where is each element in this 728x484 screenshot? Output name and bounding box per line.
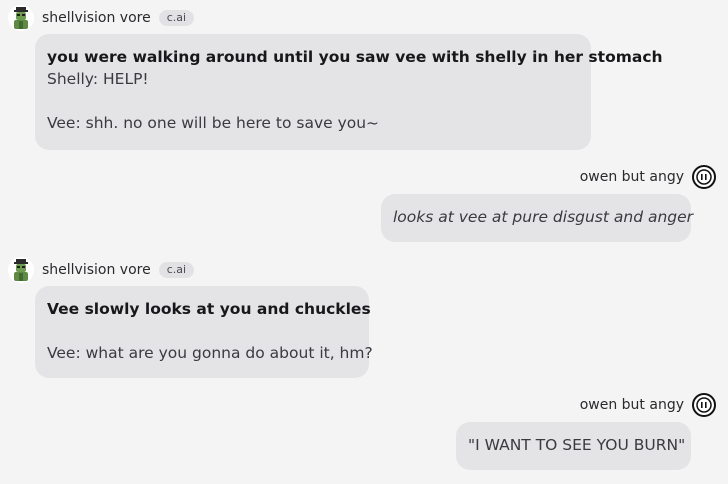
user-message-header: owen but angy: [580, 164, 716, 190]
message-text: Vee: what are you gonna do about it, hm?: [47, 344, 373, 362]
message-text: looks at vee at pure disgust and anger: [393, 208, 694, 226]
bot-message-bubble: you were walking around until you saw ve…: [35, 34, 663, 150]
message-action-text: you were walking around until you saw ve…: [47, 48, 663, 66]
user-message-bubble: "I WANT TO SEE YOU BURN": [456, 422, 691, 470]
ai-badge: c.ai: [158, 262, 195, 278]
user-author-name[interactable]: owen but angy: [580, 397, 684, 413]
user-author-name[interactable]: owen but angy: [580, 169, 684, 185]
chat-area: shellvision vore c.ai you were walking a…: [0, 0, 728, 484]
bot-message-header: shellvision vore c.ai: [8, 256, 195, 284]
user-message-bubble: looks at vee at pure disgust and anger: [381, 194, 694, 242]
message-action-text: Vee slowly looks at you and chuckles: [47, 300, 371, 318]
character-avatar-icon[interactable]: [8, 257, 34, 283]
ai-badge: c.ai: [158, 10, 195, 26]
user-avatar-icon[interactable]: [692, 165, 716, 189]
character-avatar-icon[interactable]: [8, 5, 34, 31]
user-message-header: owen but angy: [580, 392, 716, 418]
bot-author-name[interactable]: shellvision vore: [42, 10, 151, 26]
bot-message-bubble: Vee slowly looks at you and chuckles Vee…: [35, 286, 373, 378]
message-text: "I WANT TO SEE YOU BURN": [468, 436, 686, 454]
user-avatar-icon[interactable]: [692, 393, 716, 417]
bot-author-name[interactable]: shellvision vore: [42, 262, 151, 278]
message-text: Vee: shh. no one will be here to save yo…: [47, 114, 380, 132]
bot-message-header: shellvision vore c.ai: [8, 4, 195, 32]
message-text: Shelly: HELP!: [47, 70, 149, 88]
